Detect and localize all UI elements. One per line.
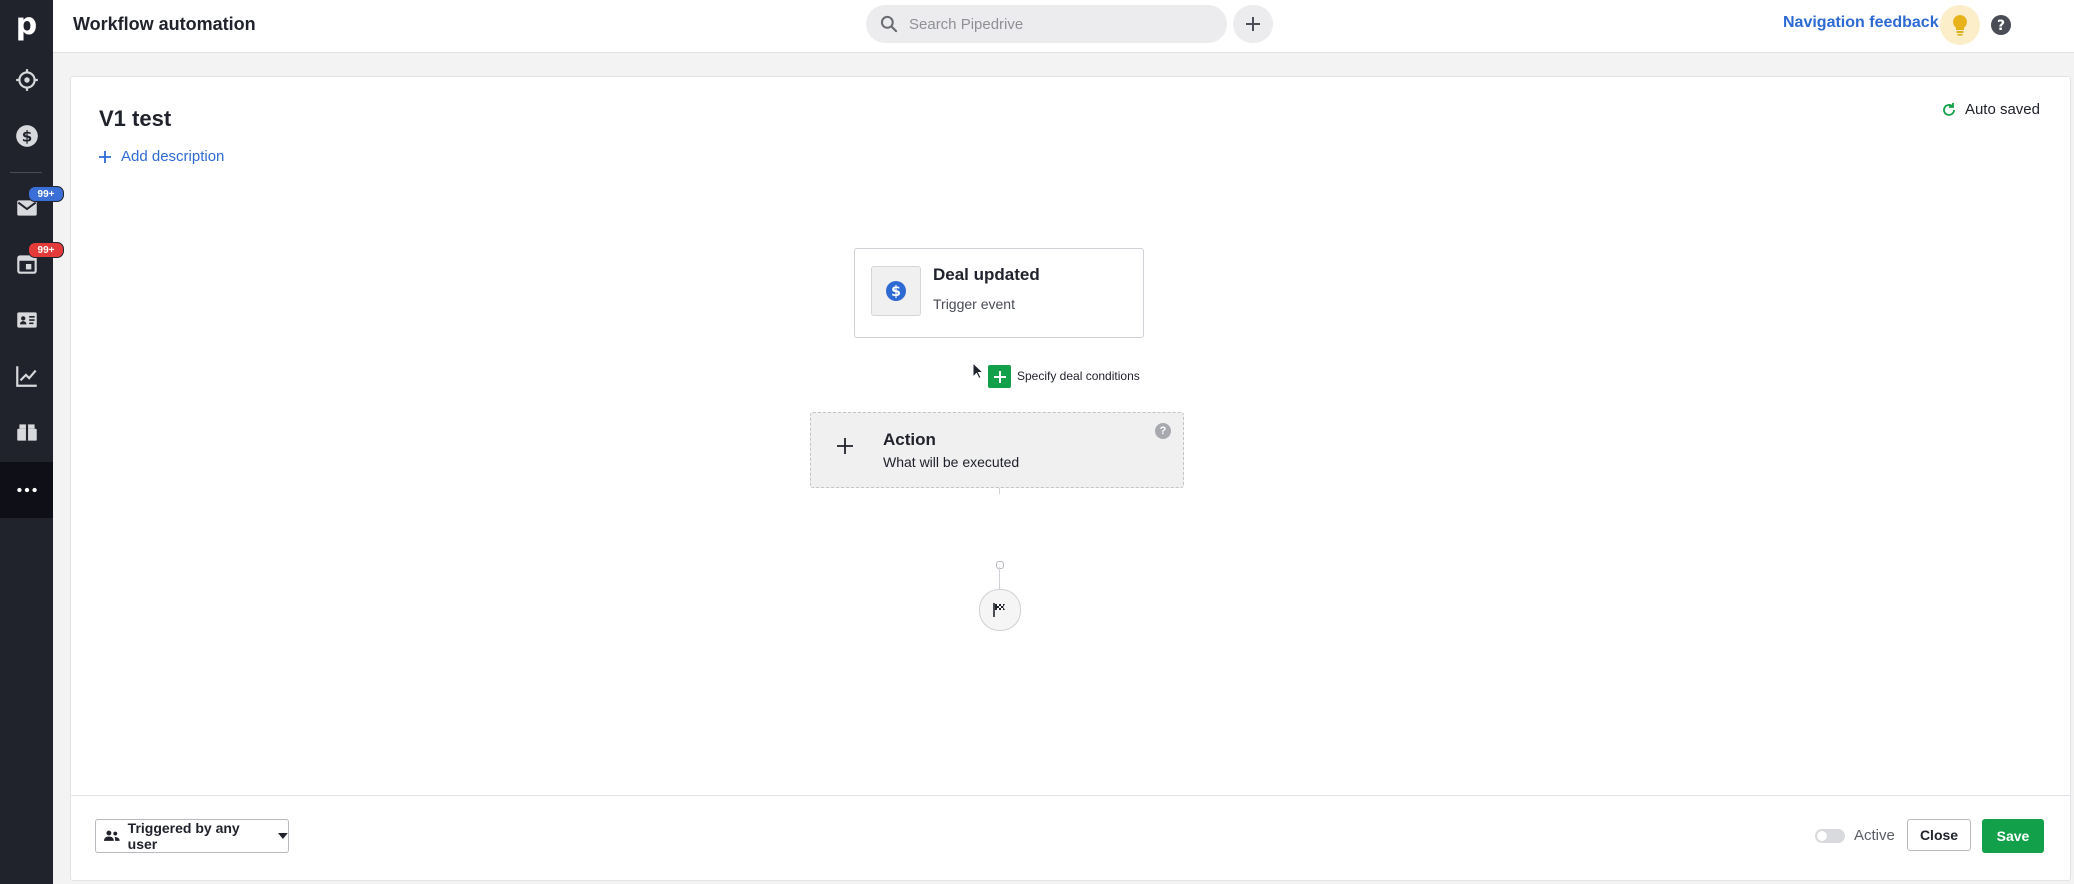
end-node [979,589,1021,631]
sidebar-divider [10,172,42,173]
dollar-icon: $ [15,125,38,147]
footer-divider [71,795,2070,796]
add-description-label: Add description [121,148,225,165]
close-button[interactable]: Close [1907,819,1971,851]
condition-label[interactable]: Specify deal conditions [1017,369,1140,383]
action-title: Action [883,430,936,449]
connector-line [999,567,1000,589]
action-subtitle: What will be executed [883,454,1020,470]
more-icon [16,487,37,493]
chevron-down-icon [278,833,288,839]
mouse-cursor-icon [972,362,984,380]
help-icon[interactable]: ? [1155,423,1171,439]
active-label: Active [1854,827,1895,844]
help-icon: ? [1991,15,2011,35]
activities-badge: 99+ [28,242,64,258]
search-icon [880,15,898,33]
logo-text: p [15,6,38,42]
action-node[interactable]: Action What will be executed ? [810,412,1184,488]
pipedrive-logo[interactable]: p [0,0,53,48]
help-button[interactable]: ? [1985,9,2017,41]
trigger-title: Deal updated [933,265,1040,284]
dollar-icon: $ [886,281,906,301]
autosave-icon [1943,102,1955,116]
autosave-label: Auto saved [1964,101,2040,118]
search-input[interactable] [907,14,1211,34]
contacts-icon [16,312,37,328]
quick-add-button[interactable] [1233,5,1273,43]
trigger-subtitle: Trigger event [933,296,1015,312]
sidebar: p $ 99+ 99+ [0,0,64,884]
page-title: Workflow automation [73,14,256,34]
add-description-link[interactable]: Add description [99,148,224,165]
triggered-by-dropdown[interactable]: Triggered by any user [95,819,289,853]
lightbulb-icon [1953,15,1967,36]
workflow-title[interactable]: V1 test [99,106,171,132]
plus-icon [99,150,111,163]
connector-dot [996,561,1004,569]
plus-icon [993,370,1006,383]
search-bar[interactable] [866,5,1227,43]
sidebar-item-products[interactable] [0,404,53,460]
autosave-status: Auto saved [1941,101,2040,118]
sidebar-item-contacts[interactable] [0,292,53,348]
finish-flag-icon [993,603,1005,617]
chart-icon [15,366,37,387]
users-icon [104,830,120,841]
deal-trigger-icon-box: $ [871,266,921,316]
trigger-node[interactable]: $ Deal updated Trigger event [854,248,1144,338]
plus-icon [1246,17,1260,31]
plus-icon [837,438,853,454]
top-header: Workflow automation Navigation feedback … [53,0,2074,53]
sidebar-item-more[interactable] [0,462,53,518]
mail-badge: 99+ [28,186,64,202]
save-button[interactable]: Save [1982,819,2044,853]
add-condition-button[interactable] [988,365,1011,388]
sidebar-item-leads[interactable] [0,52,53,108]
navigation-feedback-link[interactable]: Navigation feedback [1783,14,1939,32]
tips-button[interactable] [1940,5,1980,45]
svg-text:$: $ [891,284,901,300]
box-icon [16,424,37,441]
svg-text:$: $ [21,127,32,145]
target-icon [15,69,38,91]
sidebar-item-insights[interactable] [0,348,53,404]
active-toggle[interactable] [1815,829,1845,843]
sidebar-item-deals[interactable]: $ [0,108,53,164]
svg-text:?: ? [1997,18,2005,34]
triggered-by-label: Triggered by any user [127,820,240,852]
